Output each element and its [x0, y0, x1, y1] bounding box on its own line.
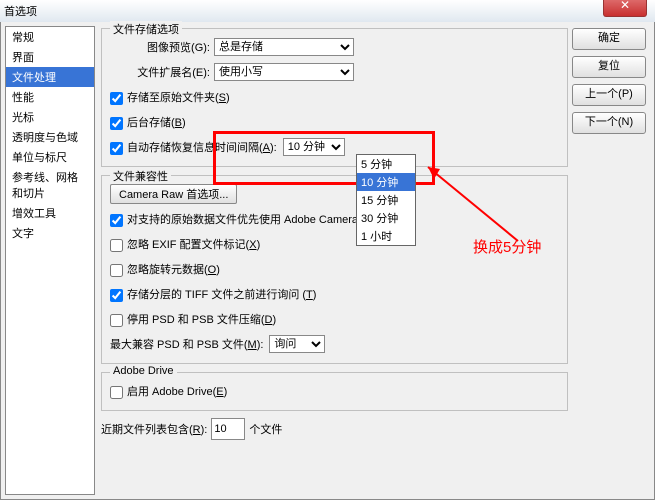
dropdown-option[interactable]: 15 分钟	[357, 191, 415, 209]
close-button[interactable]: ✕	[603, 0, 647, 17]
auto-recovery-checkbox[interactable]: 自动存储恢复信息时间间隔(A):	[110, 139, 277, 155]
sidebar-item[interactable]: 参考线、网格和切片	[6, 167, 94, 203]
file-ext-label: 文件扩展名(E):	[110, 64, 210, 80]
sidebar-item[interactable]: 光标	[6, 107, 94, 127]
interval-dropdown-open[interactable]: 5 分钟 10 分钟 15 分钟 30 分钟 1 小时	[356, 154, 416, 246]
ignore-rotation-checkbox[interactable]: 忽略旋转元数据(O)	[110, 261, 220, 277]
max-compat-label: 最大兼容 PSD 和 PSB 文件(M):	[110, 336, 263, 352]
sidebar-item[interactable]: 增效工具	[6, 203, 94, 223]
recent-files-input[interactable]	[211, 418, 245, 440]
dropdown-option[interactable]: 5 分钟	[357, 155, 415, 173]
sidebar-item-selected[interactable]: 文件处理	[6, 67, 94, 87]
ignore-exif-checkbox[interactable]: 忽略 EXIF 配置文件标记(X)	[110, 236, 260, 252]
image-preview-label: 图像预览(G):	[110, 39, 210, 55]
group-legend: Adobe Drive	[110, 365, 177, 377]
file-ext-select[interactable]: 使用小写	[214, 63, 354, 81]
save-original-checkbox[interactable]: 存储至原始文件夹(S)	[110, 89, 230, 105]
group-legend: 文件存储选项	[110, 21, 182, 37]
recent-files-unit: 个文件	[249, 421, 282, 437]
camera-raw-button[interactable]: Camera Raw 首选项...	[110, 184, 237, 204]
cancel-button[interactable]: 复位	[572, 56, 646, 78]
window-title: 首选项	[4, 3, 37, 19]
dropdown-option-selected[interactable]: 10 分钟	[357, 173, 415, 191]
annotation-text: 换成5分钟	[473, 236, 541, 257]
sidebar-item[interactable]: 单位与标尺	[6, 147, 94, 167]
title-bar: 首选项 ✕	[0, 0, 655, 23]
next-button[interactable]: 下一个(N)	[572, 112, 646, 134]
sidebar-item[interactable]: 文字	[6, 223, 94, 243]
background-save-checkbox[interactable]: 后台存储(B)	[110, 114, 186, 130]
adobe-drive-group: Adobe Drive 启用 Adobe Drive(E)	[101, 372, 568, 411]
sidebar-item[interactable]: 性能	[6, 87, 94, 107]
dropdown-option[interactable]: 1 小时	[357, 227, 415, 245]
prev-button[interactable]: 上一个(P)	[572, 84, 646, 106]
file-save-options-group: 文件存储选项 图像预览(G): 总是存储 文件扩展名(E): 使用小写 存储至原…	[101, 28, 568, 167]
category-sidebar: 常规 界面 文件处理 性能 光标 透明度与色域 单位与标尺 参考线、网格和切片 …	[5, 26, 95, 495]
sidebar-item[interactable]: 透明度与色域	[6, 127, 94, 147]
sidebar-item[interactable]: 常规	[6, 27, 94, 47]
ask-tiff-checkbox[interactable]: 存储分层的 TIFF 文件之前进行询问 (T)	[110, 286, 316, 302]
group-legend: 文件兼容性	[110, 168, 171, 184]
ok-button[interactable]: 确定	[572, 28, 646, 50]
auto-recovery-interval-select[interactable]: 10 分钟	[283, 138, 345, 156]
max-compat-select[interactable]: 询问	[269, 335, 325, 353]
disable-psd-comp-checkbox[interactable]: 停用 PSD 和 PSB 文件压缩(D)	[110, 311, 276, 327]
file-compat-group: 文件兼容性 Camera Raw 首选项... 对支持的原始数据文件优先使用 A…	[101, 175, 568, 364]
recent-files-label: 近期文件列表包含(R):	[101, 421, 207, 437]
sidebar-item[interactable]: 界面	[6, 47, 94, 67]
enable-drive-checkbox[interactable]: 启用 Adobe Drive(E)	[110, 383, 227, 399]
dropdown-option[interactable]: 30 分钟	[357, 209, 415, 227]
image-preview-select[interactable]: 总是存储	[214, 38, 354, 56]
